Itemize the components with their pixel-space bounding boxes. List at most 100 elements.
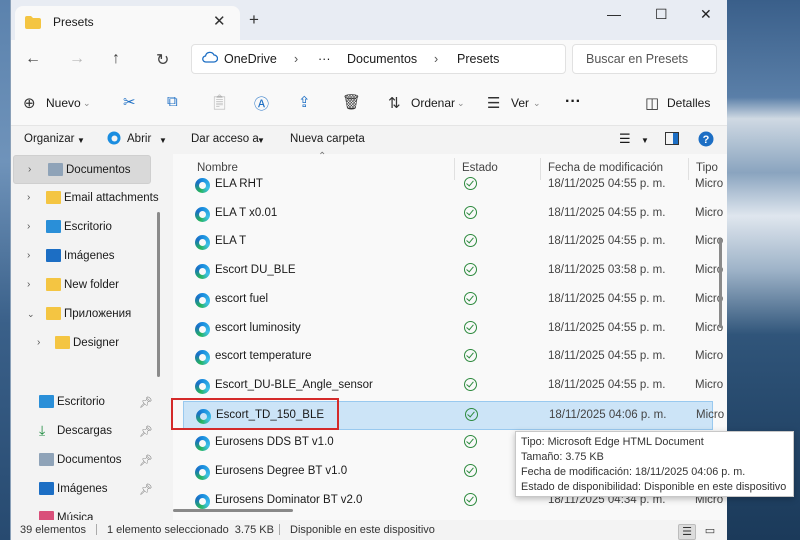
sidebar-item-email-attachments[interactable]: › Email attachments — [11, 184, 159, 213]
new-button[interactable]: Nuevo — [46, 96, 81, 110]
synced-check-icon — [465, 407, 478, 421]
sidebar-item-imagenes[interactable]: › Imágenes — [11, 242, 159, 271]
open-button[interactable]: Abrir — [127, 133, 151, 145]
sidebar-item-documentos[interactable]: › Documentos — [13, 155, 151, 184]
tab-title: Presets — [53, 15, 94, 29]
edge-file-icon — [195, 264, 210, 280]
file-row[interactable]: escort temperature 18/11/2025 04:55 p. m.… — [183, 343, 723, 372]
search-input[interactable]: Buscar en Presets — [572, 44, 717, 74]
folder-icon — [25, 16, 41, 32]
tab-presets[interactable]: Presets ✕ — [15, 6, 240, 40]
quick-access-musica[interactable]: Música — [11, 504, 159, 520]
sidebar-item-label: New folder — [64, 279, 119, 291]
file-row[interactable]: ELA T x0.01 18/11/2025 04:55 p. m. Micro — [183, 200, 723, 229]
tab-close-icon[interactable]: ✕ — [213, 12, 226, 30]
preview-pane-icon[interactable] — [665, 132, 679, 148]
paste-icon[interactable]: 📋︎ — [210, 93, 229, 111]
plus-circle-icon: ⊕ — [23, 95, 36, 112]
sidebar-item-prilozheniya[interactable]: ⌄ Приложения — [11, 300, 159, 329]
pin-icon[interactable]: 📌︎ — [139, 425, 153, 438]
rename-icon[interactable]: Ⓐ — [254, 93, 269, 114]
help-icon[interactable]: ? — [698, 131, 714, 150]
file-type: Micro — [695, 350, 724, 363]
sort-button[interactable]: Ordenar — [411, 96, 455, 110]
edge-file-icon — [195, 378, 210, 394]
horizontal-scrollbar[interactable] — [173, 509, 293, 512]
breadcrumb-ellipsis[interactable]: ··· — [318, 52, 331, 66]
quick-access-documentos[interactable]: Documentos 📌︎ — [11, 446, 159, 475]
new-folder-button[interactable]: Nueva carpeta — [290, 133, 365, 145]
file-tooltip: Tipo: Microsoft Edge HTML Document Tamañ… — [515, 431, 794, 497]
quick-access-descargas[interactable]: ⤓ Descargas 📌︎ — [11, 417, 159, 446]
quick-access-imagenes[interactable]: Imágenes 📌︎ — [11, 475, 159, 504]
copy-icon[interactable]: ⧉ — [167, 93, 178, 110]
tiles-view-button[interactable]: ▭ — [701, 524, 719, 540]
synced-check-icon — [464, 177, 477, 190]
list-view-icon[interactable]: ☰ — [619, 131, 631, 147]
pin-icon[interactable]: 📌︎ — [139, 454, 153, 467]
file-row[interactable]: Escort DU_BLE 18/11/2025 03:58 p. m. Micro — [183, 257, 723, 286]
breadcrumb-onedrive[interactable]: OneDrive — [224, 52, 277, 66]
file-date: 18/11/2025 04:55 p. m. — [548, 321, 666, 334]
sidebar-item-new-folder[interactable]: › New folder — [11, 271, 159, 300]
close-window-button[interactable]: ✕ — [700, 6, 712, 23]
breadcrumb-documentos[interactable]: Documentos — [347, 52, 417, 66]
chevron-down-icon[interactable]: ⌄ — [27, 309, 35, 320]
pin-icon[interactable]: 📌︎ — [139, 396, 153, 409]
breadcrumb[interactable]: OneDrive › ··· Documentos › Presets — [191, 44, 566, 74]
share-access-button[interactable]: Dar acceso a — [191, 133, 259, 145]
sidebar-item-label: Escritorio — [64, 221, 112, 233]
quick-access-escritorio[interactable]: Escritorio 📌︎ — [11, 388, 159, 417]
dropdown-arrow-icon: ▼ — [641, 136, 649, 145]
more-options-button[interactable]: ··· — [565, 93, 581, 111]
file-row[interactable]: ELA T 18/11/2025 04:55 p. m. Micro — [183, 228, 723, 257]
chevron-right-icon[interactable]: › — [27, 279, 30, 290]
breadcrumb-presets[interactable]: Presets — [457, 52, 499, 66]
delete-icon[interactable]: 🗑︎ — [342, 93, 361, 111]
file-date: 18/11/2025 04:55 p. m. — [548, 235, 666, 248]
file-type: Micro — [695, 206, 724, 219]
sidebar-item-escritorio[interactable]: › Escritorio — [11, 213, 159, 242]
chevron-right-icon[interactable]: › — [37, 337, 40, 348]
file-row[interactable]: ELA RHT 18/11/2025 04:55 p. m. Micro — [183, 171, 723, 200]
sidebar-item-designer[interactable]: › Designer — [11, 329, 159, 358]
secondary-toolbar: Organizar ▼ Abrir ▼ Dar acceso a ▼ Nueva… — [11, 126, 727, 154]
chevron-right-icon[interactable]: › — [27, 250, 30, 261]
view-button[interactable]: Ver — [511, 96, 529, 110]
sidebar-scrollbar[interactable] — [157, 212, 160, 377]
file-row[interactable]: Escort_DU-BLE_Angle_sensor 18/11/2025 04:… — [183, 372, 723, 401]
maximize-button[interactable]: ☐ — [655, 6, 668, 23]
refresh-button[interactable]: ↻ — [156, 50, 169, 70]
file-row[interactable]: escort luminosity 18/11/2025 04:55 p. m. M… — [183, 315, 723, 344]
details-view-button[interactable]: ☰ — [678, 524, 696, 540]
file-date: 18/11/2025 04:55 p. m. — [548, 350, 666, 363]
file-list-scrollbar[interactable] — [719, 238, 722, 328]
forward-button[interactable]: → — [69, 50, 85, 68]
sidebar-item-label: Música — [57, 512, 94, 520]
sidebar-item-label: Приложения — [64, 308, 132, 320]
minimize-button[interactable]: — — [607, 6, 621, 22]
svg-text:?: ? — [703, 134, 710, 146]
chevron-down-icon: ⌄ — [457, 98, 465, 108]
pin-icon[interactable]: 📌︎ — [139, 483, 153, 496]
chevron-right-icon[interactable]: › — [28, 164, 31, 175]
edge-icon — [107, 131, 121, 148]
organize-menu[interactable]: Organizar — [24, 133, 75, 145]
share-icon[interactable]: ⇪ — [298, 93, 311, 111]
tooltip-availability: Estado de disponibilidad: Disponible en … — [521, 481, 787, 493]
chevron-right-icon[interactable]: › — [27, 192, 30, 203]
folder-icon — [46, 278, 61, 291]
back-button[interactable]: ← — [25, 50, 41, 68]
new-tab-button[interactable]: + — [249, 10, 259, 30]
cut-icon[interactable]: ✂ — [123, 93, 136, 111]
documents-icon — [48, 163, 63, 176]
file-row[interactable]: escort fuel 18/11/2025 04:55 p. m. Micro — [183, 286, 723, 315]
synced-check-icon — [464, 320, 477, 334]
up-button[interactable]: ↑ — [112, 50, 120, 68]
status-bar: 39 elementos 1 elemento seleccionado 3.7… — [11, 520, 727, 540]
edge-file-icon — [195, 206, 210, 222]
chevron-right-icon[interactable]: › — [27, 221, 30, 232]
desktop-icon — [46, 220, 61, 233]
details-button[interactable]: Detalles — [667, 96, 710, 110]
edge-file-icon — [195, 292, 210, 308]
